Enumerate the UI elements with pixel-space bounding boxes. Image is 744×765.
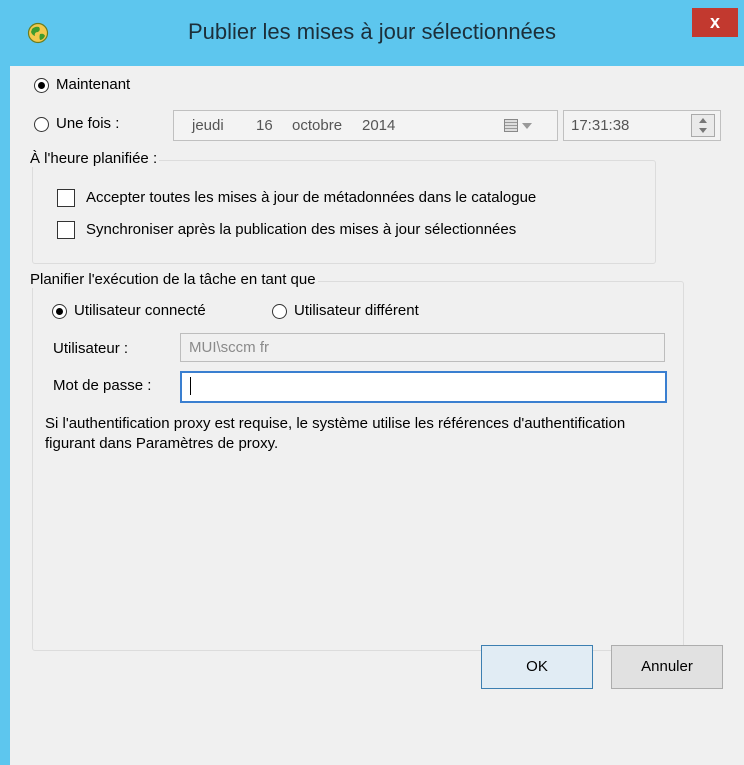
sync-checkbox[interactable] xyxy=(57,221,75,239)
scheduled-group xyxy=(32,160,656,264)
dialog-body: Maintenant Une fois : jeudi 16 octobre 2… xyxy=(10,66,744,765)
user-label: Utilisateur : xyxy=(53,340,129,357)
accept-metadata-checkbox[interactable] xyxy=(57,189,75,207)
now-label[interactable]: Maintenant xyxy=(56,76,130,93)
text-caret xyxy=(190,377,191,395)
password-label: Mot de passe : xyxy=(53,377,152,394)
chevron-down-icon[interactable] xyxy=(522,123,532,129)
once-label[interactable]: Une fois : xyxy=(56,115,119,132)
window-title: Publier les mises à jour sélectionnées xyxy=(187,19,557,44)
title-bar[interactable]: Publier les mises à jour sélectionnées x xyxy=(0,0,744,66)
time-spinner[interactable] xyxy=(691,114,715,137)
date-picker[interactable]: jeudi 16 octobre 2014 xyxy=(173,110,558,141)
accept-metadata-label[interactable]: Accepter toutes les mises à jour de méta… xyxy=(86,189,536,206)
scheduled-group-legend: À l'heure planifiée : xyxy=(28,150,160,167)
proxy-note: Si l'authentification proxy est requise,… xyxy=(45,415,626,452)
date-weekday: jeudi xyxy=(192,117,224,134)
spin-up-icon[interactable] xyxy=(699,118,707,123)
connected-user-radio[interactable] xyxy=(52,304,67,319)
date-year: 2014 xyxy=(362,117,396,134)
run-as-group-legend: Planifier l'exécution de la tâche en tan… xyxy=(28,271,318,288)
spin-down-icon[interactable] xyxy=(699,128,707,133)
time-value: 17:31:38 xyxy=(571,117,630,134)
once-radio[interactable] xyxy=(34,117,49,132)
time-picker[interactable]: 17:31:38 xyxy=(563,110,721,141)
ok-button[interactable]: OK xyxy=(481,645,593,689)
cancel-button[interactable]: Annuler xyxy=(611,645,723,689)
date-day: 16 xyxy=(256,117,273,134)
date-month: octobre xyxy=(292,117,343,134)
different-user-label[interactable]: Utilisateur différent xyxy=(294,302,419,319)
close-button[interactable]: x xyxy=(692,8,738,37)
dialog-window: Publier les mises à jour sélectionnées x… xyxy=(0,0,744,765)
sync-label[interactable]: Synchroniser après la publication des mi… xyxy=(86,221,516,238)
different-user-radio[interactable] xyxy=(272,304,287,319)
user-field-value: MUI\sccm fr xyxy=(189,339,269,356)
now-radio[interactable] xyxy=(34,78,49,93)
user-field: MUI\sccm fr xyxy=(180,333,665,362)
password-field[interactable] xyxy=(180,371,667,403)
connected-user-label[interactable]: Utilisateur connecté xyxy=(74,302,206,319)
calendar-icon[interactable] xyxy=(504,119,518,132)
